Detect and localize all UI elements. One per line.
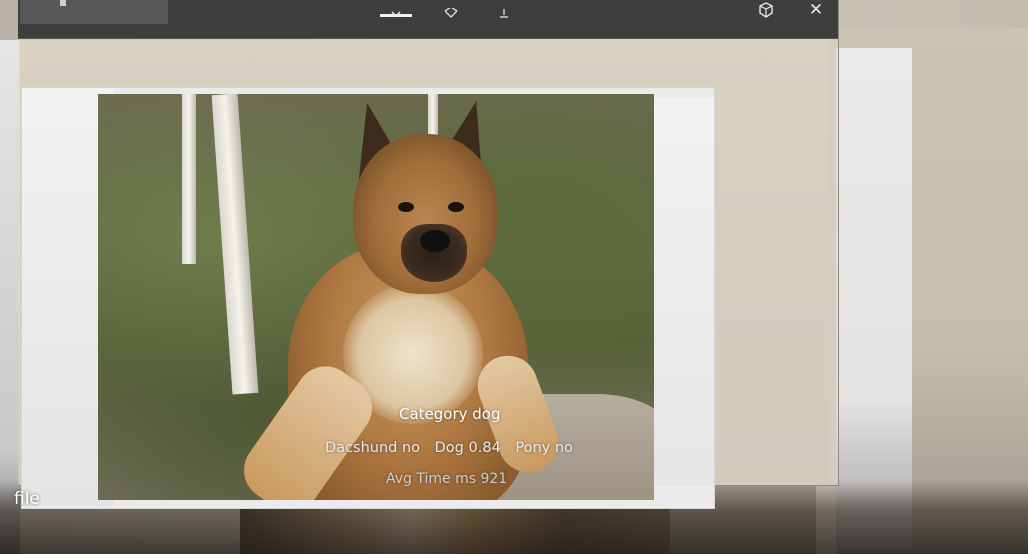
results-line: Dacshund no Dog 0.84 Pony no xyxy=(325,440,583,456)
tree-trunk xyxy=(182,94,196,264)
capture-icon xyxy=(389,10,403,20)
mic-button[interactable] xyxy=(486,0,522,30)
result-pony: Pony no xyxy=(515,440,573,456)
dog-nose xyxy=(420,230,450,252)
title-bar: ✕ xyxy=(18,0,838,39)
focus-icon xyxy=(442,8,460,22)
avg-time-label: Avg Time ms 921 xyxy=(386,471,508,487)
dog-eye-left xyxy=(398,202,414,212)
file-label: file xyxy=(14,489,40,509)
mic-icon xyxy=(499,8,509,22)
tab-marker xyxy=(60,0,66,6)
mixed-reality-button[interactable] xyxy=(748,0,784,24)
tree-trunk xyxy=(211,94,259,395)
close-icon: ✕ xyxy=(808,0,824,20)
focus-button[interactable] xyxy=(433,0,469,30)
category-label: Category dog xyxy=(399,405,501,423)
close-button[interactable]: ✕ xyxy=(798,0,834,24)
result-dog: Dog 0.84 xyxy=(434,440,501,456)
dog-eye-right xyxy=(448,202,464,212)
mixed-reality-icon xyxy=(758,2,774,18)
paper-right xyxy=(836,48,912,548)
title-tab[interactable] xyxy=(20,0,168,24)
capture-button[interactable] xyxy=(378,0,414,30)
paper-left-edge xyxy=(0,40,20,554)
result-dacshund: Dacshund no xyxy=(325,440,421,456)
dog-chest xyxy=(343,284,483,424)
